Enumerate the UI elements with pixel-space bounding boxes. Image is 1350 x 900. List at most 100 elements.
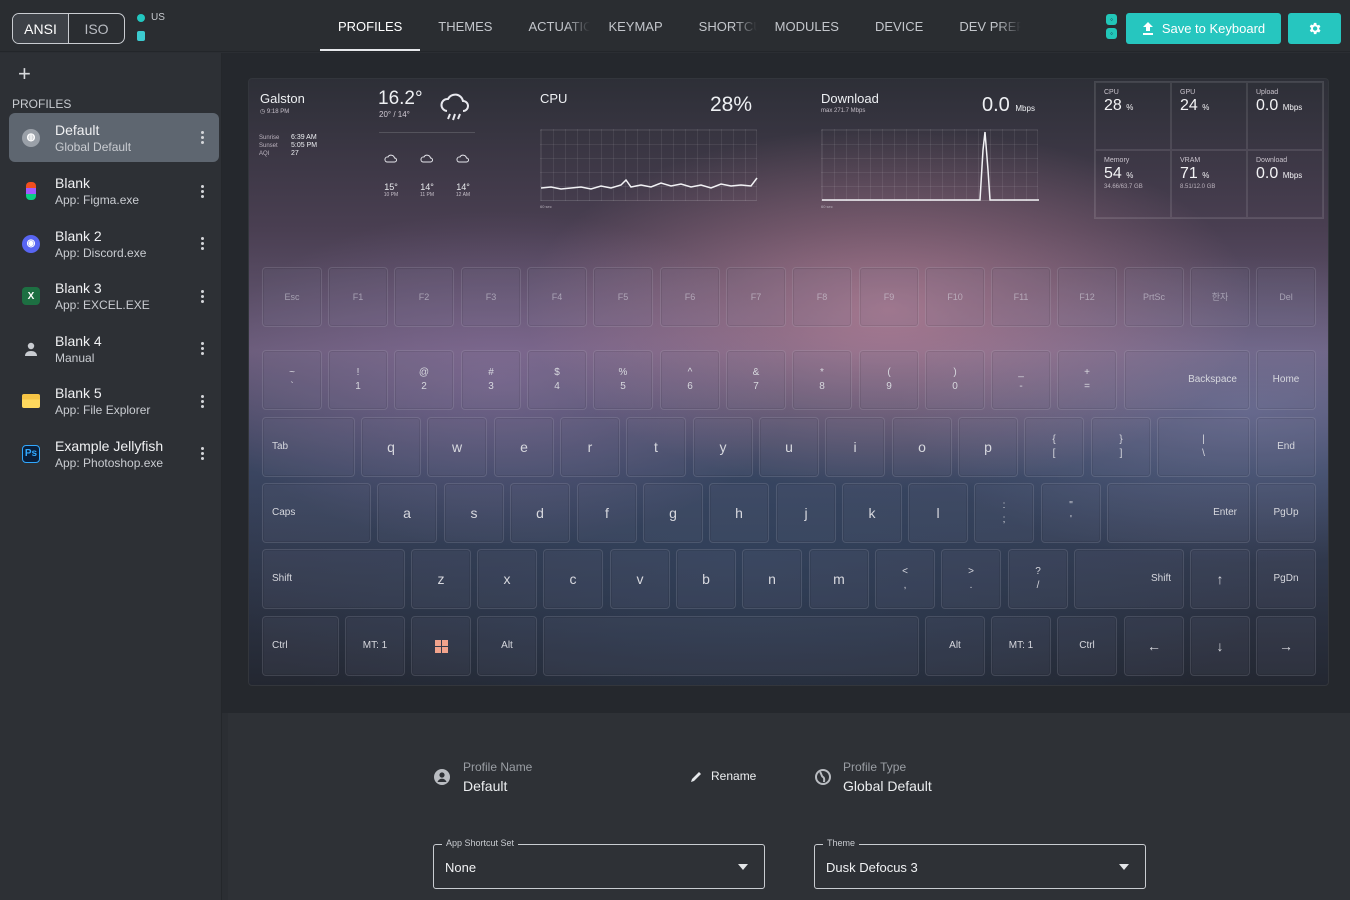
key-win[interactable]: [411, 616, 471, 676]
key-q[interactable]: q: [361, 417, 421, 477]
key-alt-right[interactable]: Alt: [925, 616, 985, 676]
key-2[interactable]: @2: [394, 350, 454, 410]
settings-button[interactable]: [1288, 13, 1341, 44]
tab-dev-prefs[interactable]: DEV PREFS: [941, 0, 1021, 52]
key-period[interactable]: >.: [941, 549, 1001, 609]
key-comma[interactable]: <,: [875, 549, 935, 609]
key-hanja[interactable]: 한자: [1190, 267, 1250, 327]
key-e[interactable]: e: [494, 417, 554, 477]
key-slash[interactable]: ? /: [1008, 549, 1068, 609]
theme-select[interactable]: Theme Dusk Defocus 3: [814, 838, 1146, 889]
profile-item-blank-5[interactable]: Blank 5 App: File Explorer: [9, 375, 219, 428]
key-h[interactable]: h: [709, 483, 769, 543]
key-o[interactable]: o: [892, 417, 952, 477]
add-profile-button[interactable]: +: [18, 63, 38, 85]
app-shortcut-set-select[interactable]: App Shortcut Set None: [433, 838, 765, 889]
key-arrow-right[interactable]: →: [1256, 616, 1316, 676]
key-f9[interactable]: F9: [859, 267, 919, 327]
key-caps[interactable]: Caps: [262, 483, 371, 543]
key-p[interactable]: p: [958, 417, 1018, 477]
profile-item-blank-4[interactable]: Blank 4 Manual: [9, 323, 219, 376]
key-arrow-left[interactable]: ←: [1124, 616, 1184, 676]
more-options-icon[interactable]: [201, 289, 205, 303]
key-8[interactable]: * 8: [792, 350, 852, 410]
key-home[interactable]: Home: [1256, 350, 1316, 410]
key-f3[interactable]: F3: [461, 267, 521, 327]
key-c[interactable]: c: [543, 549, 603, 609]
more-options-icon[interactable]: [201, 447, 205, 461]
key-f4[interactable]: F4: [527, 267, 587, 327]
key-minus[interactable]: _ -: [991, 350, 1051, 410]
key-backslash[interactable]: | \: [1157, 417, 1250, 477]
key-del[interactable]: Del: [1256, 267, 1316, 327]
tab-themes[interactable]: THEMES: [420, 0, 510, 52]
key-enter[interactable]: Enter: [1107, 483, 1250, 543]
more-options-icon[interactable]: [201, 394, 205, 408]
key-n[interactable]: n: [742, 549, 802, 609]
profile-item-default[interactable]: ◍ Default Global Default: [9, 113, 219, 162]
key-ctrl-left[interactable]: Ctrl: [262, 616, 339, 676]
key-f2[interactable]: F2: [394, 267, 454, 327]
key-1[interactable]: ! 1: [328, 350, 388, 410]
key-backspace[interactable]: Backspace: [1124, 350, 1250, 410]
key-pgdn[interactable]: PgDn: [1256, 549, 1316, 609]
key-left-bracket[interactable]: {[: [1024, 417, 1084, 477]
key-ctrl-right[interactable]: Ctrl: [1057, 616, 1117, 676]
key-0[interactable]: ) 0: [925, 350, 985, 410]
key-k[interactable]: k: [842, 483, 902, 543]
key-f7[interactable]: F7: [726, 267, 786, 327]
key-shift-right[interactable]: Shift: [1074, 549, 1184, 609]
key-f[interactable]: f: [577, 483, 637, 543]
key-mt1-left[interactable]: MT: 1: [345, 616, 405, 676]
key-quote[interactable]: " ': [1041, 483, 1101, 543]
save-to-keyboard-button[interactable]: Save to Keyboard: [1126, 13, 1281, 44]
key-v[interactable]: v: [610, 549, 670, 609]
key-arrow-down[interactable]: ↓: [1190, 616, 1250, 676]
key-7[interactable]: & 7: [726, 350, 786, 410]
key-j[interactable]: j: [776, 483, 836, 543]
key-d[interactable]: d: [510, 483, 570, 543]
key-g[interactable]: g: [643, 483, 703, 543]
key-prtsc[interactable]: PrtSc: [1124, 267, 1184, 327]
key-tilde[interactable]: ~ `: [262, 350, 322, 410]
key-f5[interactable]: F5: [593, 267, 653, 327]
key-arrow-up[interactable]: ↑: [1190, 549, 1250, 609]
key-z[interactable]: z: [411, 549, 471, 609]
key-semicolon[interactable]: :;: [974, 483, 1034, 543]
key-end[interactable]: End: [1256, 417, 1316, 477]
key-x[interactable]: x: [477, 549, 537, 609]
key-equals[interactable]: + =: [1057, 350, 1117, 410]
key-f10[interactable]: F10: [925, 267, 985, 327]
profile-item-example-jellyfish[interactable]: Ps Example Jellyfish App: Photoshop.exe: [9, 428, 219, 481]
key-4[interactable]: $4: [527, 350, 587, 410]
key-space[interactable]: [543, 616, 919, 676]
tab-keymap[interactable]: KEYMAP: [590, 0, 680, 52]
key-f8[interactable]: F8: [792, 267, 852, 327]
key-a[interactable]: a: [377, 483, 437, 543]
key-right-bracket[interactable]: }]: [1091, 417, 1151, 477]
key-f12[interactable]: F12: [1057, 267, 1117, 327]
key-shift-left[interactable]: Shift: [262, 549, 405, 609]
profile-item-blank-3[interactable]: X Blank 3 App: EXCEL.EXE: [9, 270, 219, 323]
iso-option[interactable]: ISO: [69, 14, 124, 43]
key-i[interactable]: i: [825, 417, 885, 477]
ansi-option[interactable]: ANSI: [13, 14, 69, 43]
key-tab[interactable]: Tab: [262, 417, 355, 477]
tab-profiles[interactable]: PROFILES: [320, 0, 421, 52]
profile-item-blank[interactable]: Blank App: Figma.exe: [9, 165, 219, 218]
key-9[interactable]: (9: [859, 350, 919, 410]
more-options-icon[interactable]: [201, 237, 205, 251]
key-f1[interactable]: F1: [328, 267, 388, 327]
key-5[interactable]: % 5: [593, 350, 653, 410]
key-y[interactable]: y: [693, 417, 753, 477]
tab-device[interactable]: DEVICE: [857, 0, 941, 52]
key-s[interactable]: s: [444, 483, 504, 543]
profile-item-blank-2[interactable]: ◉ Blank 2 App: Discord.exe: [9, 218, 219, 271]
tab-modules[interactable]: MODULES: [757, 0, 857, 52]
tab-shortcuts[interactable]: SHORTCU: [681, 0, 757, 52]
key-u[interactable]: u: [759, 417, 819, 477]
key-t[interactable]: t: [626, 417, 686, 477]
key-f6[interactable]: F6: [660, 267, 720, 327]
key-pgup[interactable]: PgUp: [1256, 483, 1316, 543]
more-options-icon[interactable]: [201, 184, 205, 198]
